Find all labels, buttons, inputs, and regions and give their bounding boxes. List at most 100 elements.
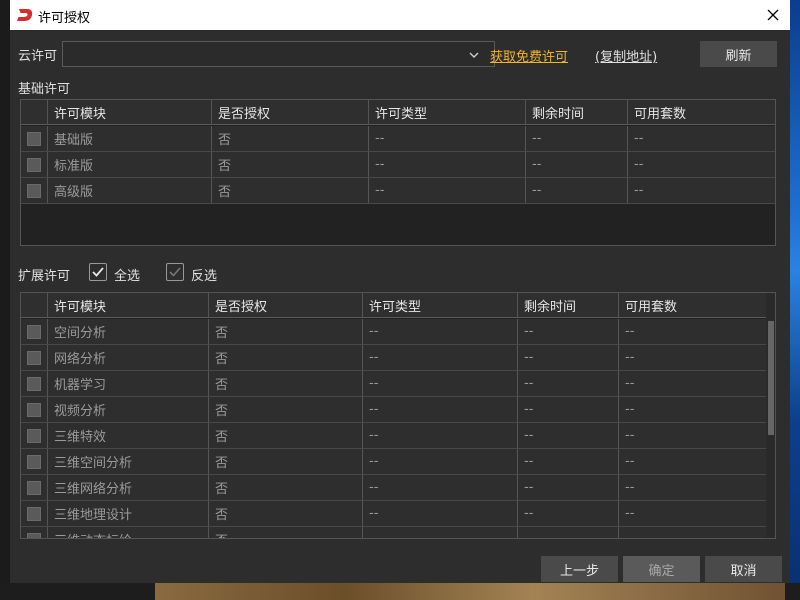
row-checkbox-cell: [21, 152, 48, 177]
table-cell: --: [518, 423, 619, 448]
cancel-button[interactable]: 取消: [705, 556, 782, 582]
desktop-background-right: [790, 0, 800, 600]
row-checkbox[interactable]: [27, 157, 41, 172]
row-checkbox[interactable]: [27, 402, 41, 417]
table-cell: --: [625, 402, 635, 417]
close-button[interactable]: [756, 0, 790, 30]
table-cell: 标准版: [48, 152, 212, 177]
row-checkbox[interactable]: [27, 506, 41, 521]
row-checkbox[interactable]: [27, 480, 41, 495]
row-checkbox-cell: [21, 345, 48, 370]
column-header[interactable]: 许可模块: [48, 293, 209, 317]
row-checkbox-cell: [21, 475, 48, 500]
table-cell: 否: [209, 501, 363, 526]
table-cell: 三维动态标绘: [48, 527, 209, 538]
row-checkbox-cell: [21, 371, 48, 396]
scrollbar-thumb[interactable]: [768, 321, 774, 435]
table-row[interactable]: 三维特效 否 -- -- --: [21, 423, 766, 449]
table-cell: 空间分析: [48, 319, 209, 344]
table-cell: --: [363, 319, 518, 344]
table-cell: --: [518, 475, 619, 500]
table-row[interactable]: 标准版 否 -- -- --: [21, 152, 775, 178]
table-cell: --: [518, 449, 619, 474]
row-checkbox-cell: [21, 423, 48, 448]
table-cell: --: [625, 480, 635, 495]
select-all-label[interactable]: 全选: [114, 265, 140, 284]
basic-license-table: 许可模块 是否授权 许可类型 剩余时间 可用套数 基础版 否 -- -- -- …: [20, 99, 776, 246]
row-checkbox-cell: [21, 449, 48, 474]
table-cell: 否: [212, 178, 369, 203]
table-row[interactable]: 三维网络分析 否 -- -- --: [21, 475, 766, 501]
row-checkbox[interactable]: [27, 428, 41, 443]
get-free-license-link[interactable]: 获取免费许可: [490, 46, 568, 65]
checkmark-icon: [92, 267, 104, 277]
table-cell: --: [363, 475, 518, 500]
column-header[interactable]: 可用套数: [619, 293, 766, 317]
desktop-background-left: [0, 0, 10, 600]
extended-table-header: 许可模块 是否授权 许可类型 剩余时间 可用套数: [21, 293, 766, 318]
table-cell: 否: [209, 397, 363, 422]
table-row[interactable]: 三维动态标绘 否 -- -- --: [21, 527, 766, 538]
invert-selection-label[interactable]: 反选: [191, 265, 217, 284]
close-icon: [767, 9, 779, 21]
previous-step-button[interactable]: 上一步: [541, 556, 618, 582]
column-header[interactable]: 许可类型: [369, 100, 526, 124]
table-cell: --: [369, 126, 526, 151]
table-cell: 三维地理设计: [48, 501, 209, 526]
table-cell: --: [518, 527, 619, 538]
table-cell: 高级版: [48, 178, 212, 203]
table-cell: 否: [209, 449, 363, 474]
row-checkbox[interactable]: [27, 532, 41, 538]
column-header[interactable]: 许可类型: [363, 293, 518, 317]
column-header[interactable]: 可用套数: [628, 100, 775, 124]
table-cell: --: [625, 324, 635, 339]
header-checkbox-column: [21, 100, 48, 124]
table-row[interactable]: 视频分析 否 -- -- --: [21, 397, 766, 423]
table-row[interactable]: 网络分析 否 -- -- --: [21, 345, 766, 371]
column-header[interactable]: 剩余时间: [518, 293, 619, 317]
desktop-wallpaper-strip: [155, 583, 785, 600]
ok-button[interactable]: 确定: [623, 556, 700, 582]
table-cell: 三维特效: [48, 423, 209, 448]
row-checkbox[interactable]: [27, 454, 41, 469]
extended-license-label: 扩展许可: [18, 269, 71, 284]
title-bar[interactable]: 许可授权: [10, 0, 790, 30]
table-cell: --: [363, 449, 518, 474]
refresh-button[interactable]: 刷新: [700, 41, 777, 67]
table-cell: --: [625, 454, 635, 469]
table-cell: --: [518, 345, 619, 370]
column-header[interactable]: 是否授权: [209, 293, 363, 317]
table-cell: 否: [209, 319, 363, 344]
license-dialog: 许可授权 云许可 获取免费许可 (复制地址) 刷新 基础许可 许可模块 是否授权…: [10, 0, 790, 583]
vertical-scrollbar[interactable]: [766, 293, 775, 538]
copy-address-link[interactable]: (复制地址): [595, 46, 657, 65]
column-header[interactable]: 剩余时间: [526, 100, 628, 124]
row-checkbox[interactable]: [27, 376, 41, 391]
column-header[interactable]: 是否授权: [212, 100, 369, 124]
select-all-checkbox[interactable]: [89, 263, 107, 281]
row-checkbox[interactable]: [27, 324, 41, 339]
row-checkbox[interactable]: [27, 131, 41, 146]
table-cell: --: [363, 501, 518, 526]
table-cell: --: [363, 527, 518, 538]
extended-license-table: 许可模块 是否授权 许可类型 剩余时间 可用套数 空间分析 否 -- -- --…: [20, 292, 776, 539]
table-cell: 三维空间分析: [48, 449, 209, 474]
table-cell: 视频分析: [48, 397, 209, 422]
table-row[interactable]: 空间分析 否 -- -- --: [21, 319, 766, 345]
table-cell: --: [619, 527, 766, 538]
table-cell: 否: [209, 345, 363, 370]
row-checkbox[interactable]: [27, 183, 41, 198]
table-row[interactable]: 三维地理设计 否 -- -- --: [21, 501, 766, 527]
table-row[interactable]: 高级版 否 -- -- --: [21, 178, 775, 204]
column-header[interactable]: 许可模块: [48, 100, 212, 124]
table-cell: --: [526, 178, 628, 203]
row-checkbox[interactable]: [27, 350, 41, 365]
table-row[interactable]: 基础版 否 -- -- --: [21, 126, 775, 152]
cloud-license-select[interactable]: [62, 41, 495, 67]
invert-selection-checkbox[interactable]: [166, 263, 184, 281]
table-row[interactable]: 机器学习 否 -- -- --: [21, 371, 766, 397]
table-cell: --: [634, 131, 644, 146]
table-row[interactable]: 三维空间分析 否 -- -- --: [21, 449, 766, 475]
table-cell: --: [625, 506, 635, 521]
table-cell: 否: [209, 423, 363, 448]
